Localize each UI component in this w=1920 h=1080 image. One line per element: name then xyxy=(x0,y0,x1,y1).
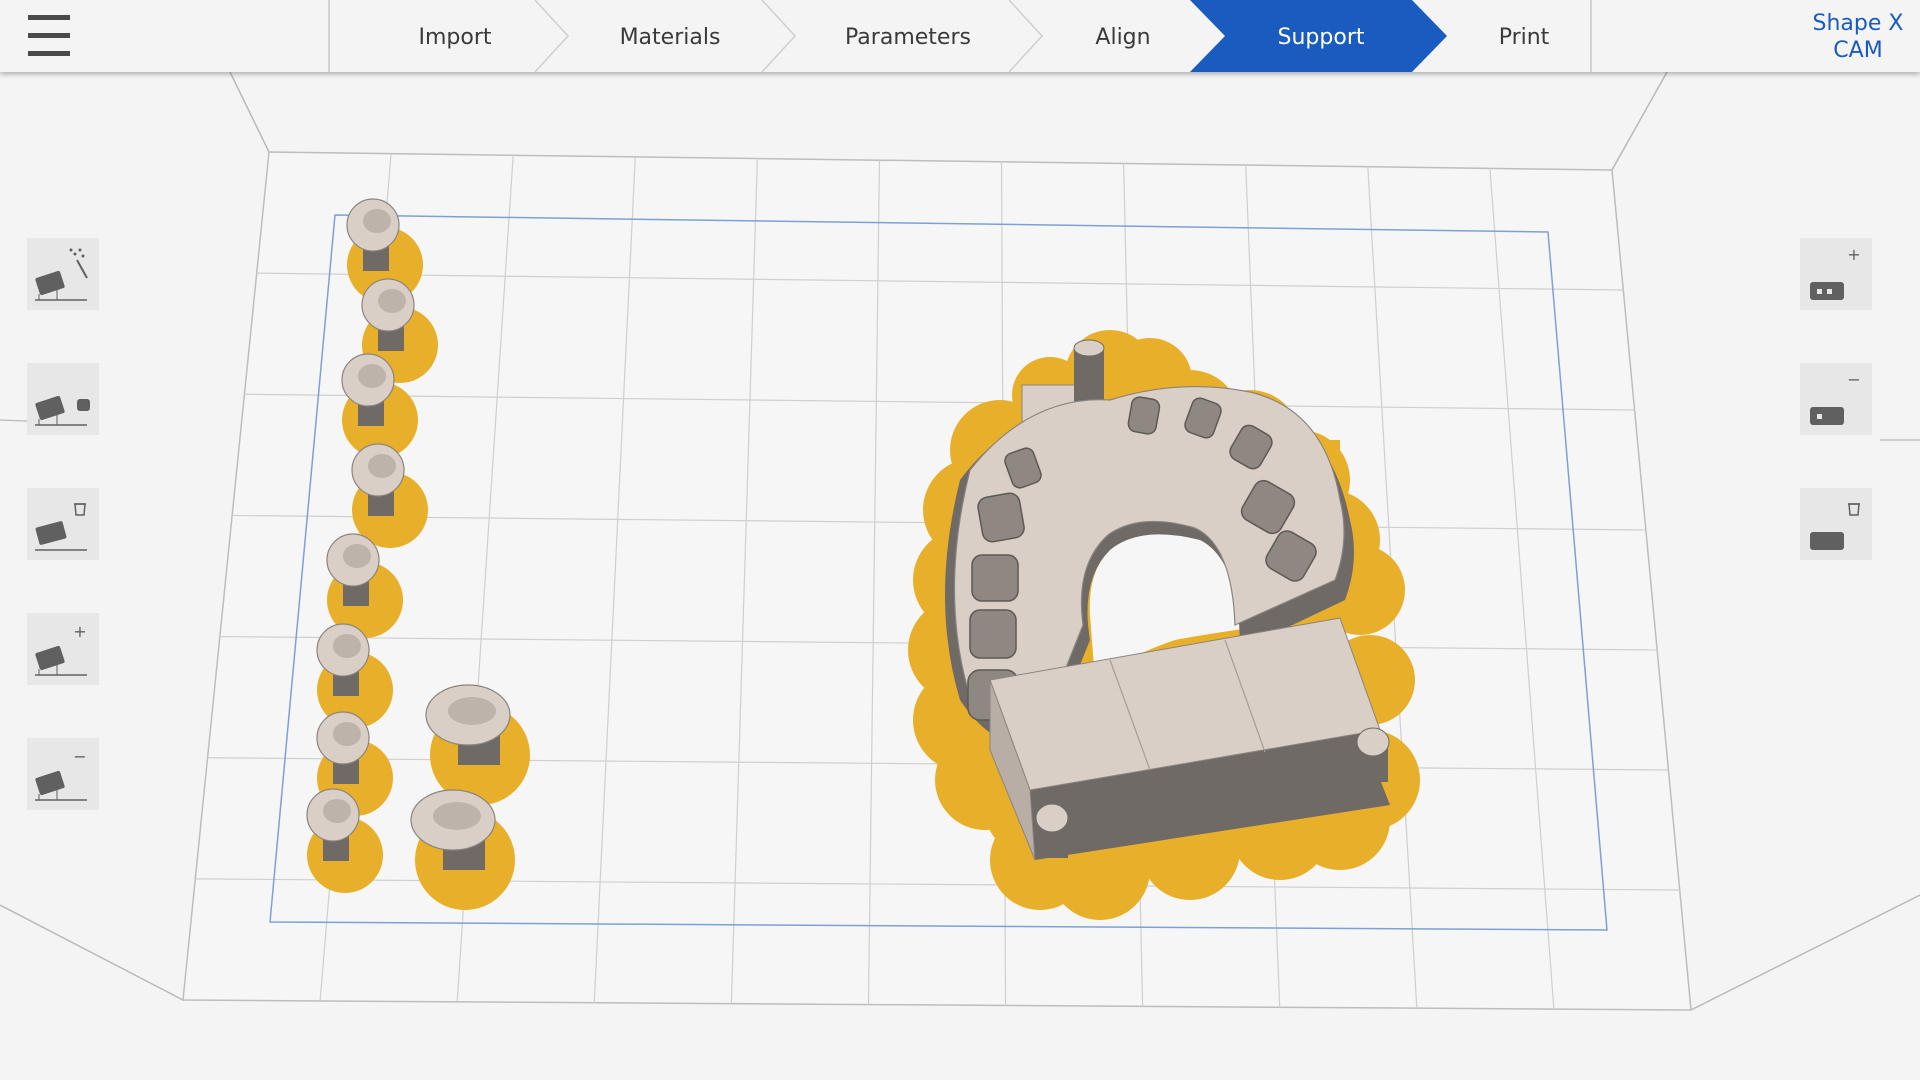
remove-support-button[interactable]: − xyxy=(27,738,99,810)
add-support-icon: + xyxy=(35,622,87,676)
crown-shading xyxy=(333,634,361,658)
rear-pin xyxy=(1074,348,1104,408)
crown-shading xyxy=(433,802,481,830)
step-import[interactable]: Import xyxy=(418,25,491,50)
app-name-line1: Shape X xyxy=(1812,11,1904,36)
step-print-label[interactable]: Print xyxy=(1499,25,1550,50)
step-materials[interactable]: Materials xyxy=(620,25,721,50)
add-badge: + xyxy=(73,622,86,641)
increase-badge: + xyxy=(1847,245,1860,264)
clear-supports-icon xyxy=(1810,503,1860,550)
support-point-button[interactable] xyxy=(27,363,99,435)
top-toolbar: Import Materials Parameters Align Suppor… xyxy=(0,0,1920,72)
app-name-line2: CAM xyxy=(1833,38,1883,63)
remove-support-icon: − xyxy=(35,747,87,801)
crown-shading xyxy=(333,722,361,746)
auto-support-button[interactable] xyxy=(27,238,99,310)
crown-shading xyxy=(448,697,496,725)
increase-density-button[interactable]: + xyxy=(1800,238,1872,310)
remove-badge: − xyxy=(73,747,86,766)
workflow-steps: Import Materials Parameters Align Suppor… xyxy=(328,0,1592,72)
app-logo: Shape X CAM xyxy=(1793,10,1920,64)
add-support-button[interactable]: + xyxy=(27,613,99,685)
step-parameters[interactable]: Parameters xyxy=(845,25,971,50)
crown-shading xyxy=(323,799,351,823)
step-align[interactable]: Align xyxy=(1095,25,1150,50)
build-plate-viewport[interactable] xyxy=(0,72,1920,1080)
clear-supports-button[interactable] xyxy=(1800,488,1872,560)
crown-shading xyxy=(378,289,406,313)
step-import-label[interactable]: Import xyxy=(418,25,491,50)
step-align-label[interactable]: Align xyxy=(1095,25,1150,50)
step-parameters-label[interactable]: Parameters xyxy=(845,25,971,50)
step-support[interactable]: Support xyxy=(1278,25,1365,50)
rear-pin-cap xyxy=(1073,339,1105,357)
crown-shading xyxy=(363,209,391,233)
decrease-density-icon: − xyxy=(1810,370,1861,425)
crown-shading xyxy=(343,544,371,568)
step-print[interactable]: Print xyxy=(1499,25,1550,50)
decrease-density-button[interactable]: − xyxy=(1800,363,1872,435)
crown-shading xyxy=(358,364,386,388)
step-materials-label[interactable]: Materials xyxy=(620,25,721,50)
support-point-icon xyxy=(35,395,90,426)
delete-support-button[interactable] xyxy=(27,488,99,560)
auto-support-icon xyxy=(35,248,88,301)
step-support-label[interactable]: Support xyxy=(1278,25,1365,50)
increase-density-icon: + xyxy=(1810,245,1861,300)
delete-support-icon xyxy=(35,503,87,551)
decrease-badge: − xyxy=(1847,370,1860,389)
crown-shading xyxy=(368,454,396,478)
